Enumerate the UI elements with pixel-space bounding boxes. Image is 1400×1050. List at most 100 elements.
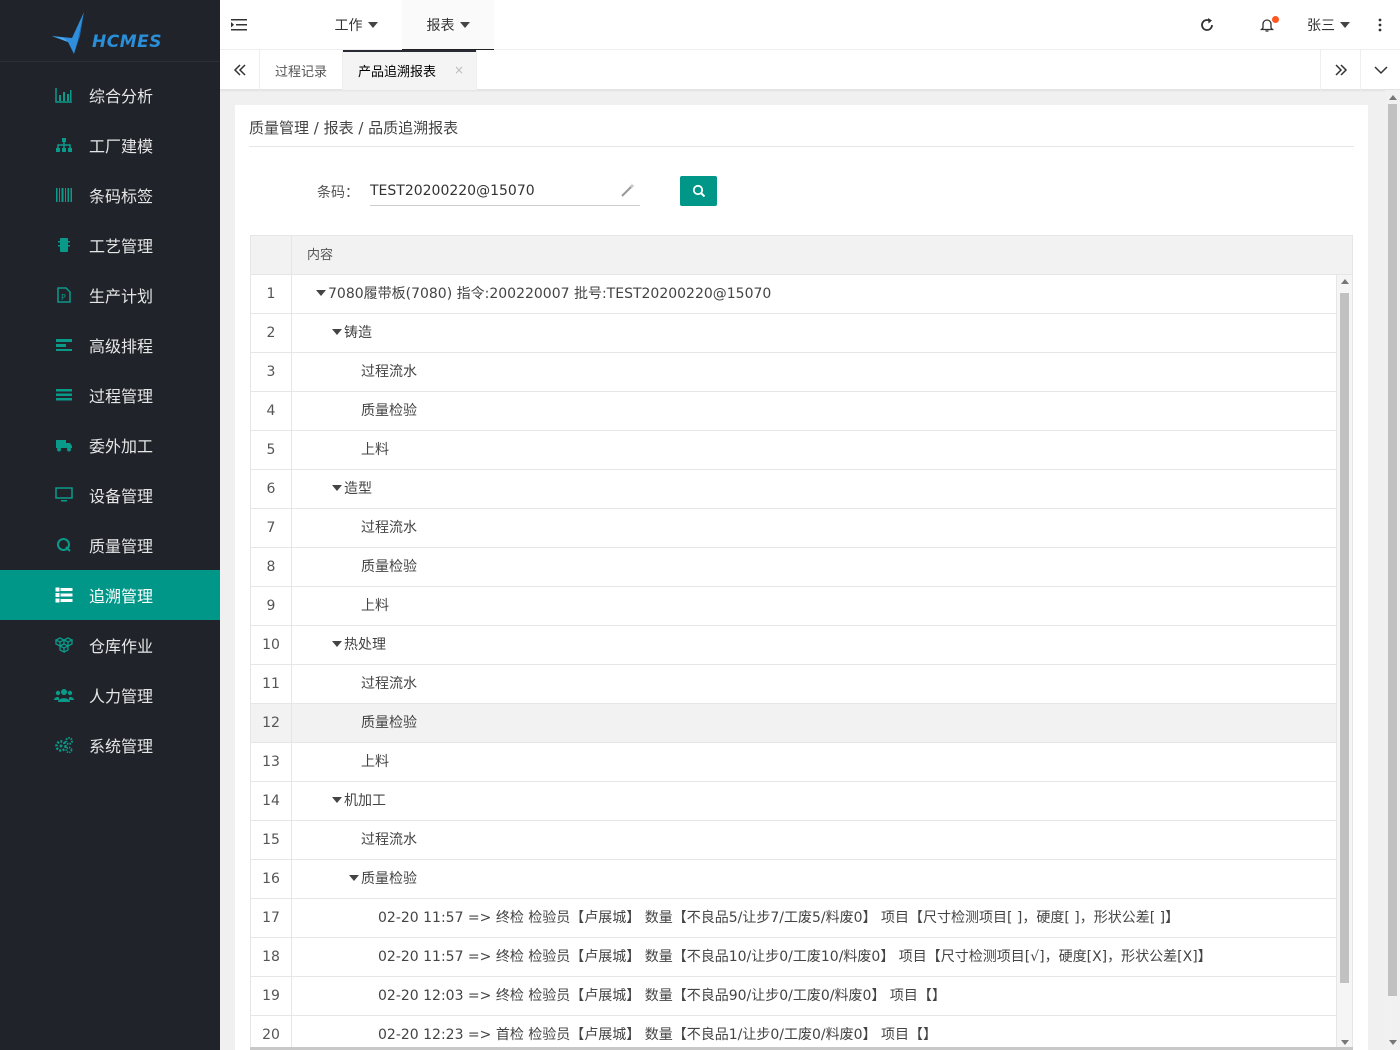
sidebar-item-analysis[interactable]: 综合分析	[0, 70, 220, 120]
row-number: 7	[251, 509, 292, 547]
table-row[interactable]: 5 上料	[251, 431, 1336, 470]
refresh-icon[interactable]	[1177, 0, 1237, 50]
user-menu[interactable]: 张三	[1297, 0, 1360, 50]
row-content: 上料	[292, 431, 1336, 469]
users-icon	[54, 685, 74, 705]
sidebar-item-hr[interactable]: 人力管理	[0, 670, 220, 720]
tabs-menu-chevron-down-icon[interactable]	[1360, 50, 1400, 90]
row-number: 8	[251, 548, 292, 586]
row-content: 过程流水	[292, 353, 1336, 391]
scroll-up-icon[interactable]	[1389, 95, 1397, 100]
table-row[interactable]: 12 质量检验	[251, 704, 1336, 743]
table-row[interactable]: 6 造型	[251, 470, 1336, 509]
scroll-thumb[interactable]	[1388, 104, 1397, 996]
table-row[interactable]: 4 质量检验	[251, 392, 1336, 431]
search-button[interactable]	[680, 176, 717, 206]
expand-caret-icon[interactable]	[316, 290, 326, 296]
logo-text: HCMES	[92, 31, 162, 52]
table-row[interactable]: 9 上料	[251, 587, 1336, 626]
table-row[interactable]: 11 过程流水	[251, 665, 1336, 704]
sidebar-item-label: 质量管理	[89, 537, 154, 556]
row-content: 上料	[292, 743, 1336, 781]
expand-caret-icon[interactable]	[349, 875, 359, 881]
expand-caret-icon[interactable]	[332, 485, 342, 491]
table-row[interactable]: 17 02-20 11:57 => 终检 检验员【卢展城】 数量【不良品5/让步7…	[251, 899, 1336, 938]
sidebar-item-process[interactable]: 工艺管理	[0, 220, 220, 270]
tabs-scroll-right-icon[interactable]	[1320, 50, 1360, 90]
tab-process-record[interactable]: 过程记录	[260, 50, 344, 90]
sidebar-item-scheduling[interactable]: 高级排程	[0, 320, 220, 370]
tabs-scroll-left-icon[interactable]	[220, 50, 260, 90]
expand-caret-icon[interactable]	[332, 329, 342, 335]
more-vertical-icon[interactable]	[1360, 0, 1400, 50]
sidebar-item-production-plan[interactable]: P 生产计划	[0, 270, 220, 320]
top-header: 工作 报表 张三	[220, 0, 1400, 51]
content-header: 内容	[307, 248, 334, 263]
trace-table: 内容 1 7080履带板(7080) 指令:200220007 批号:TEST20…	[250, 235, 1353, 1050]
row-number: 12	[251, 704, 292, 742]
sidebar-item-warehouse[interactable]: 仓库作业	[0, 620, 220, 670]
barcode-input[interactable]	[370, 178, 610, 204]
table-row[interactable]: 2 铸造	[251, 314, 1336, 353]
row-text: 铸造	[344, 325, 372, 341]
row-content: 质量检验	[292, 860, 1336, 898]
table-row[interactable]: 10 热处理	[251, 626, 1336, 665]
logo[interactable]: HCMES	[0, 0, 220, 62]
scroll-up-icon[interactable]	[1341, 279, 1349, 284]
sidebar-item-label: 高级排程	[89, 337, 154, 356]
row-number: 16	[251, 860, 292, 898]
table-row[interactable]: 18 02-20 11:57 => 终检 检验员【卢展城】 数量【不良品10/让步…	[251, 938, 1336, 977]
top-nav-report[interactable]: 报表	[402, 0, 494, 51]
table-row[interactable]: 20 02-20 12:23 => 首检 检验员【卢展城】 数量【不良品1/让步0…	[251, 1016, 1336, 1049]
page-vertical-scrollbar[interactable]	[1385, 90, 1400, 1050]
tabs: 过程记录 产品追溯报表 ×	[260, 50, 478, 90]
table-row[interactable]: 13 上料	[251, 743, 1336, 782]
expand-caret-icon[interactable]	[332, 641, 342, 647]
sidebar-item-outsourcing[interactable]: 委外加工	[0, 420, 220, 470]
table-row[interactable]: 1 7080履带板(7080) 指令:200220007 批号:TEST20200…	[251, 275, 1336, 314]
table-row[interactable]: 3 过程流水	[251, 353, 1336, 392]
row-number: 19	[251, 977, 292, 1015]
sidebar-item-label: 设备管理	[89, 487, 154, 506]
table-row[interactable]: 8 质量检验	[251, 548, 1336, 587]
row-number: 3	[251, 353, 292, 391]
sidebar-item-system[interactable]: 系统管理	[0, 720, 220, 770]
row-text: 过程流水	[361, 832, 417, 848]
clear-wand-icon[interactable]	[620, 182, 636, 198]
row-number: 4	[251, 392, 292, 430]
sidebar-item-traceability[interactable]: 追溯管理	[0, 570, 220, 620]
tab-bar: 过程记录 产品追溯报表 ×	[220, 50, 1400, 90]
top-nav-work[interactable]: 工作	[310, 0, 402, 50]
row-text: 热处理	[344, 637, 386, 653]
scroll-down-icon[interactable]	[1389, 1040, 1397, 1045]
table-row[interactable]: 15 过程流水	[251, 821, 1336, 860]
sidebar-item-process-management[interactable]: 过程管理	[0, 370, 220, 420]
expand-caret-icon[interactable]	[332, 797, 342, 803]
row-content: 过程流水	[292, 509, 1336, 547]
scroll-thumb[interactable]	[1340, 293, 1349, 983]
table-row[interactable]: 14 机加工	[251, 782, 1336, 821]
sidebar-item-barcode[interactable]: 条码标签	[0, 170, 220, 220]
tab-product-trace-report[interactable]: 产品追溯报表 ×	[343, 50, 478, 90]
sidebar-item-quality[interactable]: 质量管理	[0, 520, 220, 570]
sidebar-item-factory-modeling[interactable]: 工厂建模	[0, 120, 220, 170]
table-row[interactable]: 19 02-20 12:03 => 终检 检验员【卢展城】 数量【不良品90/让步…	[251, 977, 1336, 1016]
tab-label: 产品追溯报表	[358, 64, 437, 80]
sidebar-item-equipment[interactable]: 设备管理	[0, 470, 220, 520]
row-text: 质量检验	[361, 715, 417, 731]
bar-chart-icon	[54, 85, 74, 105]
sidebar-toggle-icon[interactable]	[228, 14, 250, 36]
row-text: 质量检验	[361, 559, 417, 575]
chip-icon	[54, 235, 74, 255]
row-number: 2	[251, 314, 292, 352]
row-content: 上料	[292, 587, 1336, 625]
table-row[interactable]: 7 过程流水	[251, 509, 1336, 548]
row-content: 铸造	[292, 314, 1336, 352]
bell-icon[interactable]	[1237, 0, 1297, 50]
close-icon[interactable]: ×	[454, 63, 464, 77]
table-vertical-scrollbar[interactable]	[1336, 275, 1352, 1049]
scroll-down-icon[interactable]	[1341, 1040, 1349, 1045]
row-content: 过程流水	[292, 821, 1336, 859]
row-content: 造型	[292, 470, 1336, 508]
table-row[interactable]: 16 质量检验	[251, 860, 1336, 899]
